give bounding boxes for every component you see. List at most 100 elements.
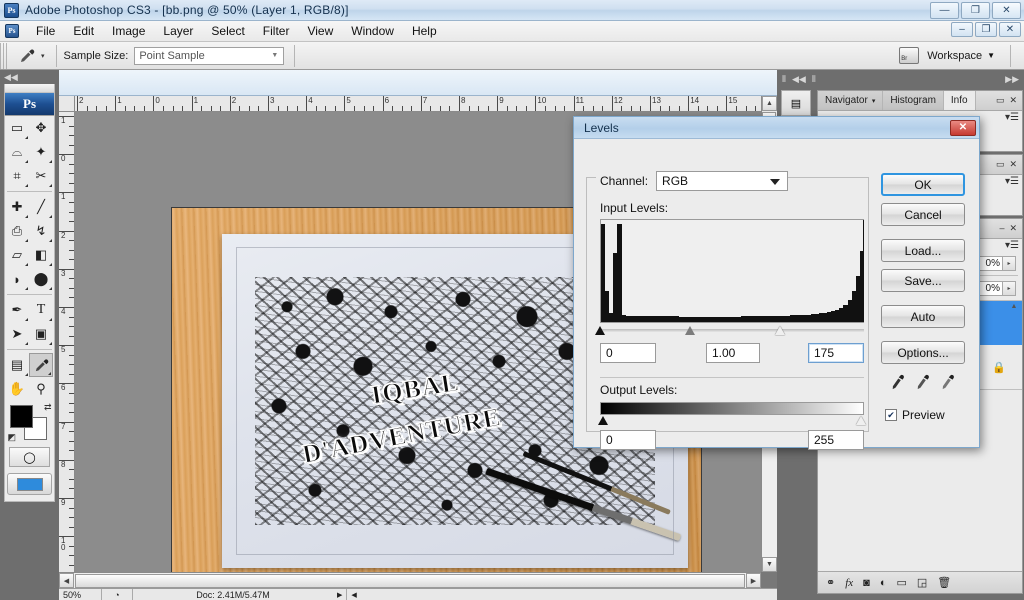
foreground-color-swatch[interactable] bbox=[9, 405, 33, 428]
input-black-point-slider[interactable] bbox=[595, 326, 606, 336]
toolbox-collapse-icon[interactable]: ◀◀ bbox=[0, 70, 59, 84]
eraser-tool[interactable]: ▱ bbox=[5, 243, 29, 267]
document-restore-button[interactable]: ❐ bbox=[975, 22, 997, 37]
new-group-icon[interactable]: ▭ bbox=[896, 576, 906, 589]
scroll-left-button[interactable]: ◀ bbox=[59, 573, 74, 588]
notes-tool[interactable]: ▤ bbox=[5, 353, 29, 377]
horizontal-ruler[interactable]: 21012345678910111213141516 bbox=[75, 96, 761, 112]
tool-preset-caret-icon[interactable]: ▾ bbox=[41, 52, 45, 60]
panel-menu-icon-2[interactable]: ▾☰ bbox=[1005, 176, 1019, 187]
dodge-tool[interactable]: ⬤ bbox=[29, 267, 53, 291]
blur-tool[interactable]: ◗ bbox=[5, 267, 29, 291]
tab-histogram[interactable]: Histogram bbox=[883, 91, 944, 110]
dock-collapse-icon[interactable]: ◀◀ bbox=[792, 74, 806, 85]
options-bar-grip[interactable] bbox=[0, 42, 9, 69]
toolbox-drag-handle[interactable] bbox=[5, 84, 54, 93]
fill-stepper[interactable]: ▸ bbox=[1003, 280, 1016, 296]
adjustment-layer-icon[interactable]: ◐ bbox=[880, 577, 887, 589]
layers-panel-menu-icon[interactable]: ▾☰ bbox=[1005, 240, 1019, 251]
panel-close-icon-2[interactable]: ✕ bbox=[1009, 159, 1017, 170]
output-white-point-slider[interactable] bbox=[856, 416, 867, 426]
load-button[interactable]: Load... bbox=[881, 239, 965, 262]
opacity-stepper[interactable]: ▸ bbox=[1003, 255, 1016, 271]
panel-close-icon[interactable]: ✕ bbox=[1009, 95, 1017, 106]
layer-style-icon[interactable]: fx bbox=[845, 577, 853, 589]
dock-expand-icon[interactable]: ▶▶ bbox=[1005, 74, 1019, 85]
restore-button[interactable]: ❐ bbox=[961, 2, 990, 19]
marquee-tool[interactable]: ▭ bbox=[5, 116, 29, 140]
default-colors-icon[interactable]: ◩ bbox=[8, 432, 17, 443]
scroll-right-button[interactable]: ▶ bbox=[746, 573, 761, 588]
options-button[interactable]: Options... bbox=[881, 341, 965, 364]
input-white-field[interactable]: 175 bbox=[808, 343, 864, 363]
magic-wand-tool[interactable]: ✦ bbox=[29, 140, 53, 164]
tab-info[interactable]: Info bbox=[943, 91, 976, 110]
history-brush-tool[interactable]: ↯ bbox=[29, 219, 53, 243]
ok-button[interactable]: OK bbox=[881, 173, 965, 196]
panel-minimize-icon[interactable]: ▭ bbox=[996, 95, 1005, 106]
screen-mode-button[interactable] bbox=[7, 473, 52, 495]
channel-select[interactable]: RGB bbox=[656, 171, 789, 191]
gradient-tool[interactable]: ◧ bbox=[29, 243, 53, 267]
menu-filter[interactable]: Filter bbox=[254, 24, 299, 38]
layers-scroll-up-icon[interactable]: ▲ bbox=[1008, 303, 1020, 310]
layers-close-icon[interactable]: ✕ bbox=[1009, 223, 1017, 234]
input-levels-slider-track[interactable] bbox=[600, 329, 864, 332]
clone-stamp-tool[interactable]: ⎙ bbox=[5, 219, 29, 243]
collapsed-panel-icon-1[interactable]: ▤ bbox=[781, 90, 811, 116]
zoom-level[interactable]: 50% bbox=[59, 590, 101, 600]
save-button[interactable]: Save... bbox=[881, 269, 965, 292]
dock-grip-2[interactable]: ⦀ bbox=[812, 74, 816, 85]
menu-image[interactable]: Image bbox=[103, 24, 154, 38]
zoom-tool[interactable]: ⚲ bbox=[29, 377, 53, 401]
swap-colors-icon[interactable]: ⇄ bbox=[44, 402, 52, 413]
lasso-tool[interactable]: ⌓ bbox=[5, 140, 29, 164]
ruler-origin-corner[interactable] bbox=[59, 96, 75, 112]
menu-file[interactable]: File bbox=[27, 24, 64, 38]
brush-tool[interactable]: ╱ bbox=[29, 195, 53, 219]
set-gray-point-eyedropper-icon[interactable] bbox=[913, 373, 932, 395]
sample-size-select[interactable]: Point Sample ▼ bbox=[134, 46, 285, 65]
input-gamma-slider[interactable] bbox=[684, 326, 696, 336]
menu-window[interactable]: Window bbox=[342, 24, 403, 38]
scroll-up-button[interactable]: ▲ bbox=[762, 96, 777, 111]
panel-minimize-icon-2[interactable]: ▭ bbox=[996, 159, 1005, 170]
document-minimize-button[interactable]: – bbox=[951, 22, 973, 37]
menu-view[interactable]: View bbox=[298, 24, 342, 38]
hand-tool[interactable]: ✋ bbox=[5, 377, 29, 401]
close-button[interactable]: ✕ bbox=[992, 2, 1021, 19]
preview-row[interactable]: ✔ Preview bbox=[881, 408, 965, 422]
layers-minimize-icon[interactable]: – bbox=[999, 223, 1004, 234]
dock-grip[interactable]: ⦀ bbox=[782, 74, 786, 85]
levels-close-button[interactable]: ✕ bbox=[950, 119, 976, 136]
document-horizontal-scrollbar[interactable]: ◀ ▶ bbox=[59, 572, 761, 588]
preview-checkbox[interactable]: ✔ bbox=[885, 409, 897, 421]
crop-tool[interactable]: ⌗ bbox=[5, 164, 29, 188]
move-tool[interactable]: ✥ bbox=[29, 116, 53, 140]
auto-button[interactable]: Auto bbox=[881, 305, 965, 328]
new-layer-icon[interactable]: ◲ bbox=[917, 576, 927, 589]
link-layers-icon[interactable]: ⚭ bbox=[826, 576, 835, 589]
quick-mask-toggle[interactable]: ◯ bbox=[9, 447, 50, 467]
menu-layer[interactable]: Layer bbox=[154, 24, 202, 38]
pen-tool[interactable]: ✒ bbox=[5, 298, 29, 322]
type-tool[interactable]: T bbox=[29, 298, 53, 322]
minimize-button[interactable]: — bbox=[930, 2, 959, 19]
horizontal-scroll-thumb[interactable] bbox=[75, 573, 745, 588]
healing-brush-tool[interactable]: ✚ bbox=[5, 195, 29, 219]
menu-select[interactable]: Select bbox=[202, 24, 253, 38]
path-selection-tool[interactable]: ➤ bbox=[5, 322, 29, 346]
vertical-ruler[interactable]: 10123456789101112 bbox=[59, 112, 75, 572]
tab-navigator[interactable]: Navigator ▾ bbox=[818, 91, 884, 110]
eyedropper-tool[interactable] bbox=[29, 353, 53, 377]
eyedropper-icon[interactable] bbox=[14, 45, 40, 67]
status-expand-arrow-icon[interactable]: ▶ bbox=[333, 591, 346, 599]
workspace-button[interactable]: Workspace ▼ bbox=[927, 50, 995, 62]
set-white-point-eyedropper-icon[interactable] bbox=[938, 373, 957, 395]
menu-help[interactable]: Help bbox=[403, 24, 446, 38]
input-gamma-field[interactable]: 1.00 bbox=[706, 343, 760, 363]
status-left-arrow-icon[interactable]: ◀ bbox=[347, 591, 360, 599]
output-black-field[interactable]: 0 bbox=[600, 430, 656, 450]
panel-menu-icon[interactable]: ▾☰ bbox=[1005, 112, 1019, 123]
layer-mask-icon[interactable]: ◙ bbox=[863, 577, 870, 589]
